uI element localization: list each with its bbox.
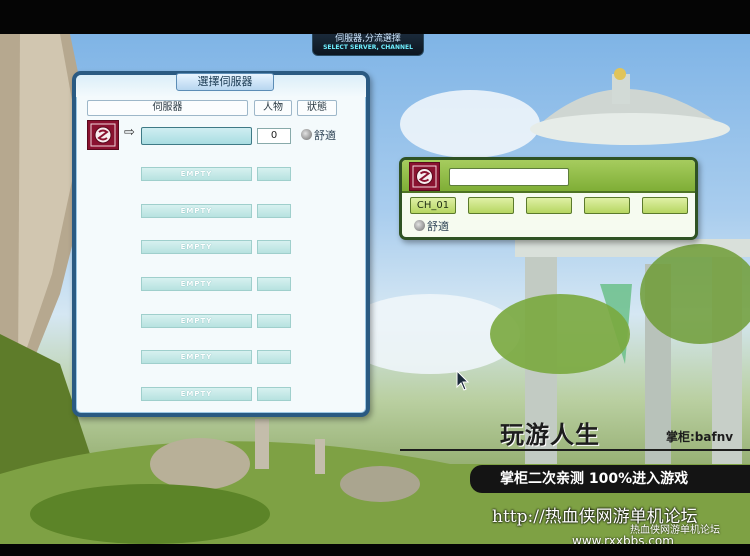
server-slot-empty[interactable]: EMPTY <box>141 314 252 328</box>
server-slot-count <box>257 314 291 328</box>
status-indicator-icon <box>301 129 312 140</box>
server-select-window: 選擇伺服器 伺服器 人物 狀態 ⇨ 0 舒適 EMPTY EMPTY EMPTY… <box>72 71 370 417</box>
bottom-letterbox <box>0 544 750 556</box>
channel-server-name <box>449 168 569 186</box>
server-channel-banner: 伺服器,分流選擇 SELECT SERVER, CHANNEL <box>312 34 424 56</box>
server-slot-count <box>257 204 291 218</box>
server-slot-count <box>257 387 291 401</box>
banner-title-en: SELECT SERVER, CHANNEL <box>323 44 413 51</box>
server-slot-empty[interactable]: EMPTY <box>141 350 252 364</box>
channel-button[interactable] <box>584 197 630 214</box>
arrow-right-icon: ⇨ <box>124 125 135 140</box>
server-window-title: 選擇伺服器 <box>176 73 274 91</box>
server-character-count: 0 <box>257 128 291 144</box>
server-slot-empty[interactable]: EMPTY <box>141 240 252 254</box>
server-slot-empty[interactable]: EMPTY <box>141 277 252 291</box>
channel-window-header <box>402 160 695 193</box>
watermark-owner: 掌柜:bafnv <box>666 430 734 444</box>
server-slot-empty[interactable]: EMPTY <box>141 387 252 401</box>
channel-button[interactable]: CH_01 <box>410 197 456 214</box>
banner-title-cn: 伺服器,分流選擇 <box>335 34 401 44</box>
watermark-slogan-text: 玩游人生 <box>500 421 600 449</box>
mouse-cursor-icon <box>456 370 470 391</box>
column-header-characters: 人物 <box>254 100 292 116</box>
column-header-status: 狀態 <box>297 100 337 116</box>
server-row-selected[interactable] <box>141 127 252 145</box>
channel-button[interactable] <box>526 197 572 214</box>
watermark-banner: 掌柜二次亲测 100%进入游戏 <box>470 465 750 493</box>
top-letterbox <box>0 0 750 34</box>
channel-button[interactable] <box>642 197 688 214</box>
channel-button[interactable] <box>468 197 514 214</box>
server-slot-count <box>257 277 291 291</box>
channel-emblem-icon <box>409 162 440 191</box>
channel-select-window: CH_01 舒適 <box>399 157 698 240</box>
watermark-divider <box>400 449 750 451</box>
server-status: 舒適 <box>301 127 336 145</box>
channel-status: 舒適 <box>414 218 449 234</box>
watermark-slogan: 玩游人生 掌柜:bafnv <box>400 415 750 451</box>
status-indicator-icon <box>414 220 425 231</box>
server-slot-empty[interactable]: EMPTY <box>141 167 252 181</box>
server-slot-count <box>257 350 291 364</box>
server-emblem-icon <box>87 120 119 150</box>
channel-status-label: 舒適 <box>427 220 449 233</box>
server-slot-empty[interactable]: EMPTY <box>141 204 252 218</box>
column-header-server: 伺服器 <box>87 100 248 116</box>
server-status-label: 舒適 <box>314 129 336 142</box>
server-slot-count <box>257 240 291 254</box>
server-slot-count <box>257 167 291 181</box>
